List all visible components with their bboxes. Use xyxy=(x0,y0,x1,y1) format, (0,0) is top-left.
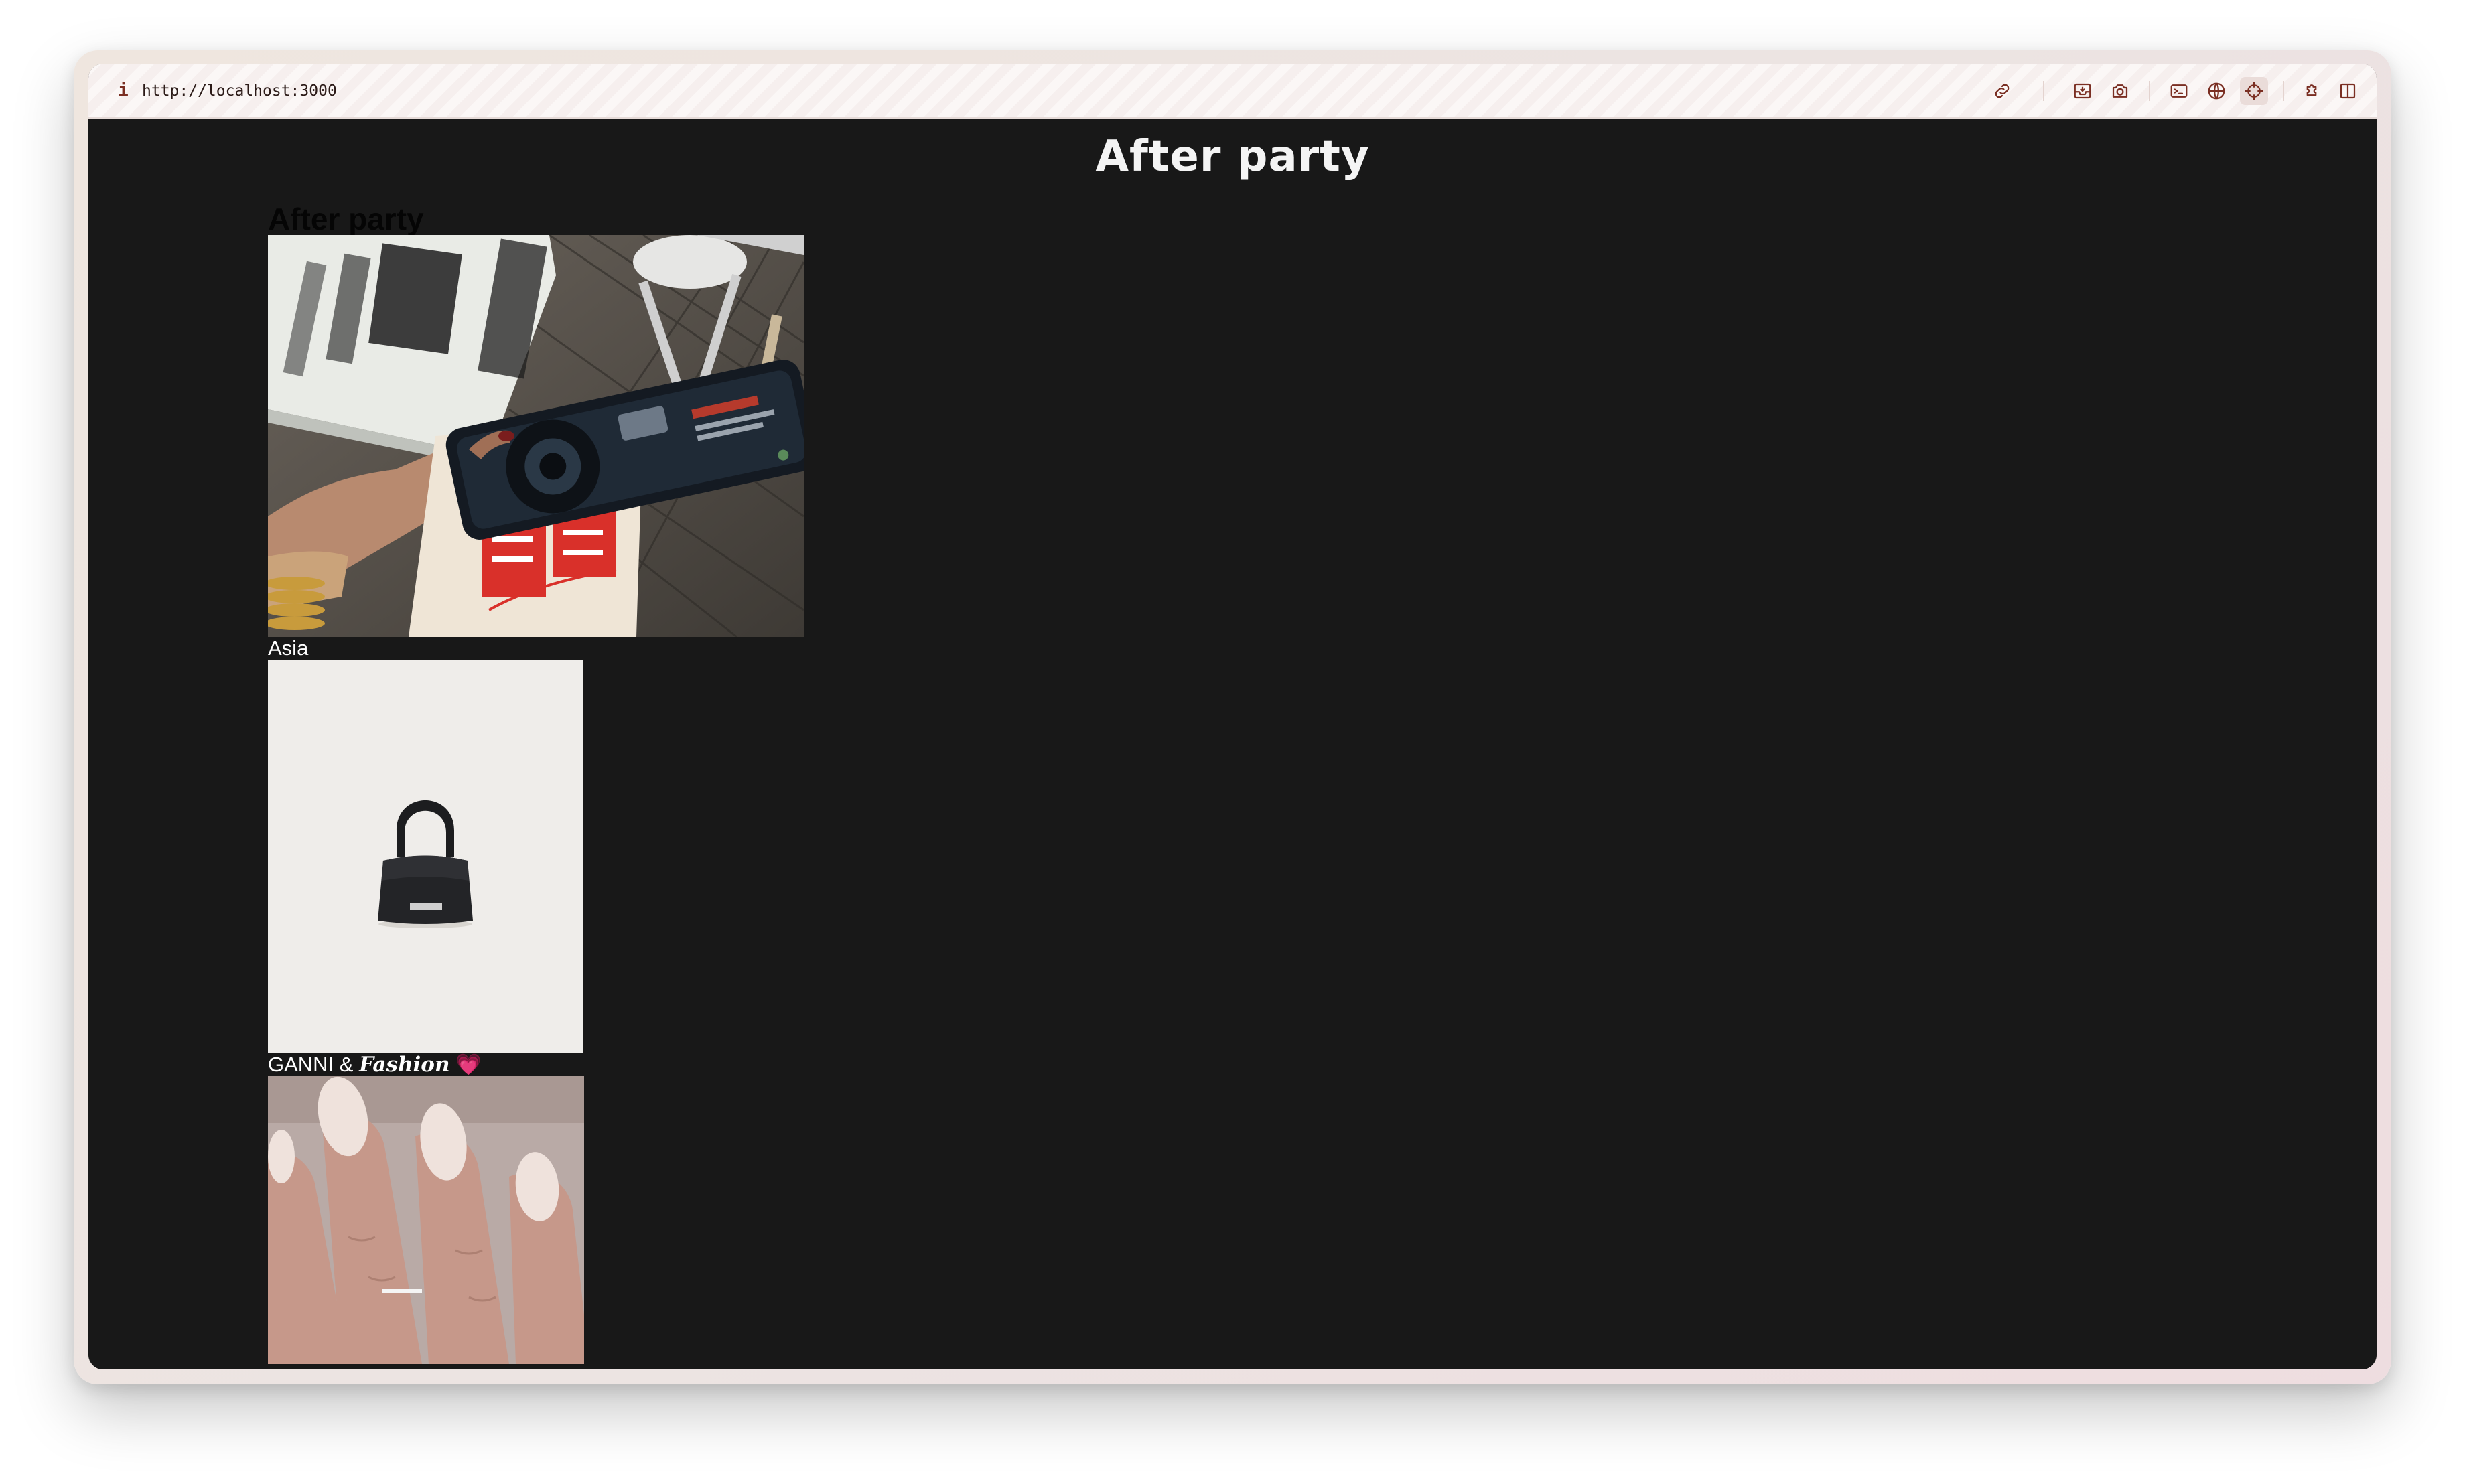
feed-post[interactable]: Asia xyxy=(268,235,804,660)
toolbar-divider xyxy=(2149,81,2150,101)
caption-fancy-text: Fashion xyxy=(359,1053,450,1077)
sidebar-icon[interactable] xyxy=(2334,77,2362,105)
feed: After party Asia GANNI & Fashion 💗 xyxy=(268,202,804,1364)
camera-icon[interactable] xyxy=(2106,77,2134,105)
page-viewport: After party After party Asia GANNI & Fas… xyxy=(88,119,2377,1369)
heart-emoji-icon: 💗 xyxy=(455,1053,482,1076)
feed-post[interactable] xyxy=(268,1076,804,1364)
puzzle-icon[interactable] xyxy=(2298,77,2326,105)
link-icon[interactable] xyxy=(1988,77,2016,105)
feed-post[interactable]: GANNI & Fashion 💗 xyxy=(268,660,804,1076)
address-bar[interactable]: http://localhost:3000 xyxy=(142,80,337,102)
crosshair-icon[interactable] xyxy=(2240,77,2268,105)
post-caption: GANNI & Fashion 💗 xyxy=(268,1053,804,1077)
post-caption: Asia xyxy=(268,636,309,660)
photo-hand-holding-camera[interactable] xyxy=(268,235,804,637)
brand-logo-title: After party xyxy=(1095,132,1370,181)
terminal-icon[interactable] xyxy=(2165,77,2193,105)
browser-window: i http://localhost:3000 After party Afte… xyxy=(74,50,2391,1384)
toolbar-divider xyxy=(2283,81,2284,101)
section-heading: After party xyxy=(268,202,424,236)
photo-manicured-nails[interactable] xyxy=(268,1076,584,1364)
caption-text: GANNI & xyxy=(268,1053,360,1076)
toolbar-divider xyxy=(2043,81,2044,101)
info-icon[interactable]: i xyxy=(111,78,135,102)
photo-mini-black-handbag[interactable] xyxy=(268,660,583,1053)
inbox-icon[interactable] xyxy=(2068,77,2097,105)
browser-toolbar: i http://localhost:3000 xyxy=(88,64,2377,119)
globe-icon[interactable] xyxy=(2202,77,2231,105)
browser-frame: i http://localhost:3000 After party Afte… xyxy=(88,64,2377,1369)
